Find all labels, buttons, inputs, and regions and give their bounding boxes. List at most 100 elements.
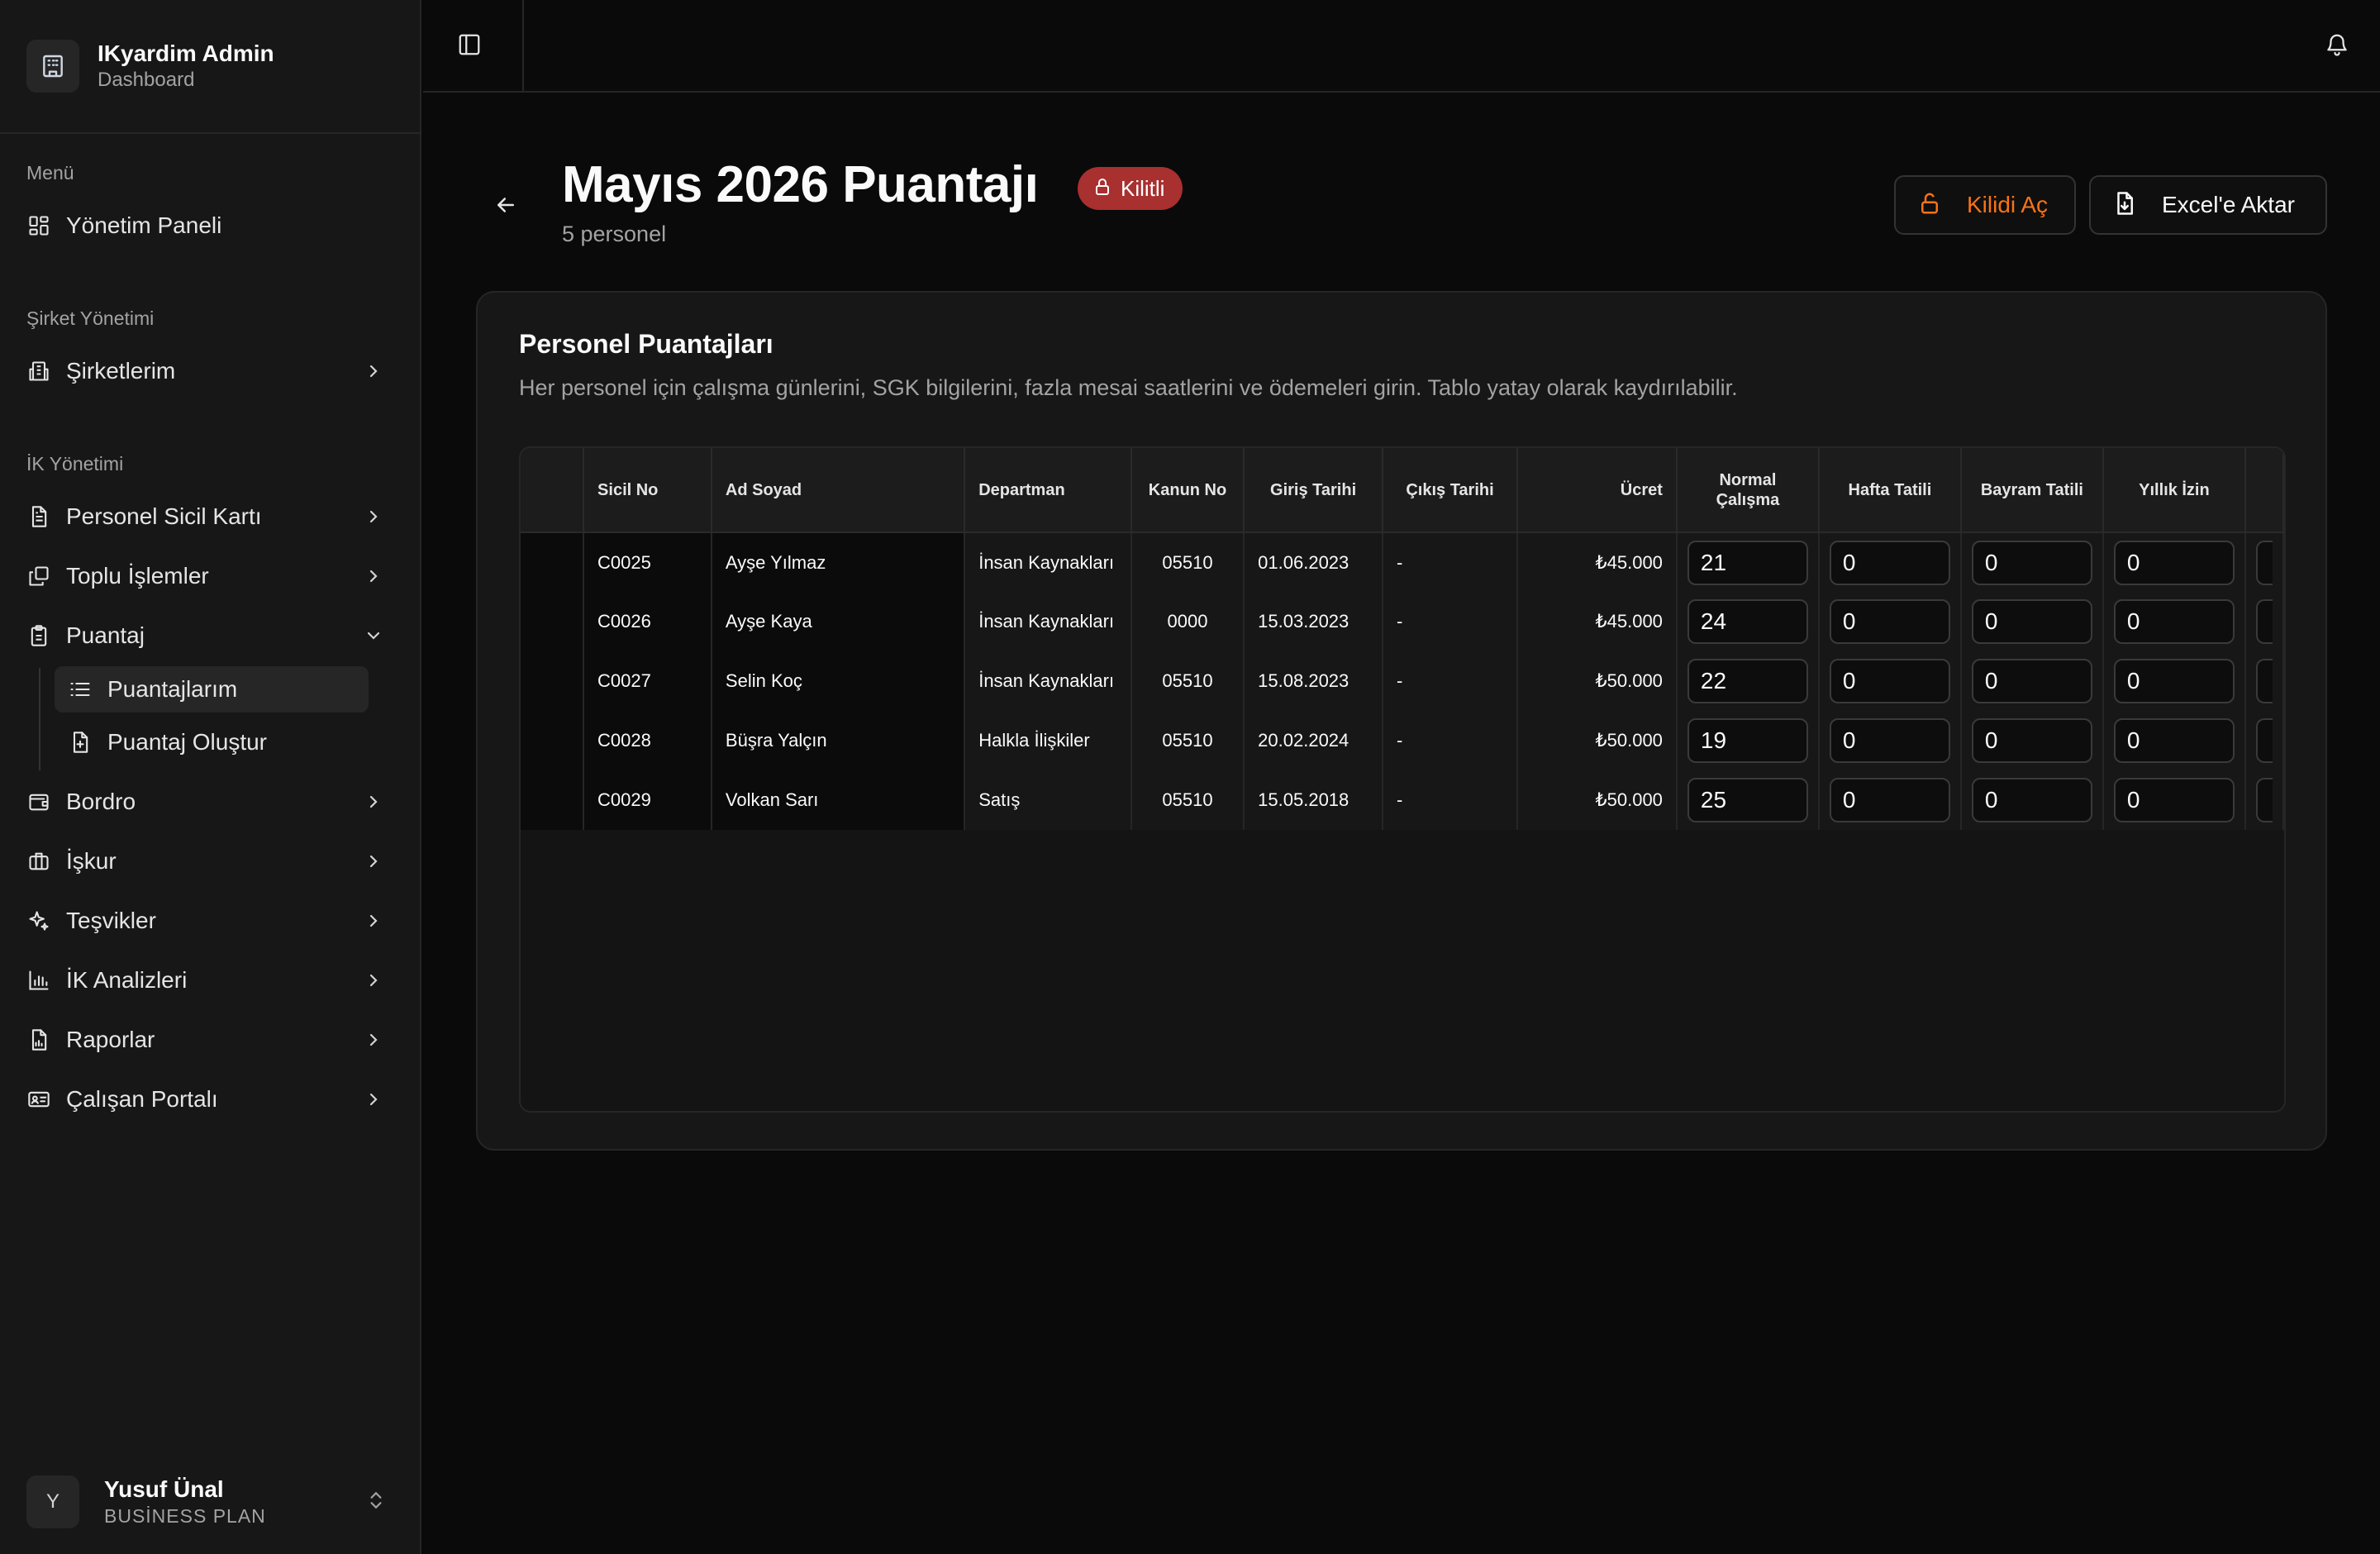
- column-header-sicil[interactable]: Sicil No: [583, 448, 712, 533]
- holiday-input[interactable]: [1971, 778, 2092, 822]
- cell-sicil: C0026: [583, 592, 712, 651]
- table-row[interactable]: C0026 Ayşe Kaya İnsan Kaynakları 0000 15.03.…: [521, 592, 2284, 651]
- submenu-guide-line: [39, 668, 40, 770]
- chevron-right-icon: [362, 1028, 385, 1051]
- sidebar-subitem-create-timesheet[interactable]: Puantaj Oluştur: [55, 719, 369, 765]
- column-header-bayram[interactable]: Bayram Tatili: [1960, 448, 2104, 533]
- table-row[interactable]: C0029 Volkan Sarı Satış 05510 15.05.2018- ₺50…: [521, 770, 2284, 830]
- copy-icon: [26, 564, 51, 589]
- building-icon: [26, 359, 51, 384]
- sidebar: IKyardim Admin Dashboard Menü Yönetim Pa…: [0, 0, 421, 1554]
- sidebar-item-payroll[interactable]: Bordro: [26, 779, 395, 824]
- sidebar-item-analytics[interactable]: İK Analizleri: [26, 958, 395, 1003]
- cell-giris: 15.08.2023: [1244, 651, 1383, 711]
- normal-work-input[interactable]: [1687, 718, 1808, 763]
- sidebar-item-companies[interactable]: Şirketlerim: [26, 349, 395, 393]
- column-header-kanun[interactable]: Kanun No: [1130, 448, 1245, 533]
- cell-overflow: [2244, 711, 2284, 770]
- chevron-right-icon: [362, 790, 385, 813]
- column-header-cikis[interactable]: Çıkış Tarihi: [1383, 448, 1519, 533]
- overflow-input[interactable]: [2255, 778, 2273, 822]
- cell-name: Selin Koç: [711, 651, 966, 711]
- annual-leave-input[interactable]: [2113, 778, 2235, 822]
- overflow-input[interactable]: [2255, 659, 2273, 703]
- normal-work-input[interactable]: [1687, 659, 1808, 703]
- column-header-name[interactable]: Ad Soyad: [711, 448, 966, 533]
- normal-work-input[interactable]: [1687, 778, 1808, 822]
- sidebar-subitem-my-timesheets[interactable]: Puantajlarım: [55, 666, 369, 713]
- dashboard-icon: [26, 213, 51, 238]
- annual-leave-input[interactable]: [2113, 718, 2235, 763]
- table-row[interactable]: C0025 Ayşe Yılmaz İnsan Kaynakları 05510 01.…: [521, 532, 2284, 592]
- table-header-row: Sicil No Ad Soyad Departman Kanun No Gir…: [521, 448, 2284, 533]
- sidebar-item-dashboard[interactable]: Yönetim Paneli: [26, 203, 395, 248]
- cell-giris: 01.06.2023: [1244, 532, 1383, 592]
- avatar: Y: [26, 1475, 79, 1528]
- cell-overflow: [2244, 770, 2284, 830]
- user-menu[interactable]: Y Yusuf Ünal BUSİNESS PLAN: [26, 1473, 395, 1531]
- annual-leave-input[interactable]: [2113, 540, 2235, 585]
- sidebar-toggle-button[interactable]: [453, 30, 486, 63]
- cell-cikis: -: [1383, 532, 1519, 592]
- lock-icon: [1092, 177, 1112, 201]
- weekend-input[interactable]: [1829, 718, 1950, 763]
- cell-ucret: ₺50.000: [1517, 651, 1678, 711]
- group-label-menu: Menü: [26, 162, 74, 184]
- back-button[interactable]: [488, 188, 524, 225]
- holiday-input[interactable]: [1971, 599, 2092, 644]
- cell-cikis: -: [1383, 592, 1519, 651]
- overflow-input[interactable]: [2255, 540, 2273, 585]
- cell-cikis: -: [1383, 711, 1519, 770]
- briefcase-icon: [26, 849, 51, 874]
- holiday-input[interactable]: [1971, 718, 2092, 763]
- holiday-input[interactable]: [1971, 659, 2092, 703]
- cell-sicil: C0027: [583, 651, 712, 711]
- annual-leave-input[interactable]: [2113, 659, 2235, 703]
- building-icon: [26, 40, 79, 93]
- sidebar-item-portal[interactable]: Çalışan Portalı: [26, 1077, 395, 1122]
- sidebar-item-label: Şirketlerim: [66, 358, 176, 384]
- brand-switcher[interactable]: IKyardim Admin Dashboard: [26, 26, 395, 106]
- cell-ucret: ₺45.000: [1517, 592, 1678, 651]
- sidebar-item-reports[interactable]: Raporlar: [26, 1018, 395, 1062]
- notifications-button[interactable]: [2320, 30, 2354, 63]
- holiday-input[interactable]: [1971, 540, 2092, 585]
- sidebar-item-label: Çalışan Portalı: [66, 1086, 218, 1112]
- cell-ucret: ₺50.000: [1517, 711, 1678, 770]
- overflow-input[interactable]: [2255, 599, 2273, 644]
- sidebar-item-bulk[interactable]: Toplu İşlemler: [26, 554, 395, 598]
- column-header-normal-line1: Normal: [1719, 470, 1777, 489]
- column-header-dept[interactable]: Departman: [964, 448, 1132, 533]
- normal-work-input[interactable]: [1687, 540, 1808, 585]
- sidebar-item-timesheet[interactable]: Puantaj: [26, 613, 395, 658]
- column-header-giris[interactable]: Giriş Tarihi: [1244, 448, 1383, 533]
- normal-work-input[interactable]: [1687, 599, 1808, 644]
- cell-giris: 15.03.2023: [1244, 592, 1383, 651]
- column-header-ucret[interactable]: Ücret: [1517, 448, 1678, 533]
- chevron-right-icon: [362, 360, 385, 383]
- weekend-input[interactable]: [1829, 778, 1950, 822]
- sidebar-item-personnel[interactable]: Personel Sicil Kartı: [26, 494, 395, 539]
- timesheet-table-scroll[interactable]: Sicil No Ad Soyad Departman Kanun No Gir…: [519, 446, 2286, 1113]
- column-header-hafta[interactable]: Hafta Tatili: [1818, 448, 1962, 533]
- cell-bayram: [1960, 711, 2104, 770]
- column-header-yillik[interactable]: Yıllık İzin: [2102, 448, 2246, 533]
- annual-leave-input[interactable]: [2113, 599, 2235, 644]
- sidebar-item-incentives[interactable]: Teşvikler: [26, 899, 395, 943]
- cell-ucret: ₺50.000: [1517, 770, 1678, 830]
- table-row[interactable]: C0028 Büşra Yalçın Halkla İlişkiler 05510 20…: [521, 711, 2284, 770]
- weekend-input[interactable]: [1829, 599, 1950, 644]
- column-header-normal[interactable]: Normal Çalışma: [1676, 448, 1820, 533]
- sidebar-item-iskur[interactable]: İşkur: [26, 839, 395, 884]
- weekend-input[interactable]: [1829, 540, 1950, 585]
- chevrons-up-down-icon: [365, 1490, 387, 1515]
- unlock-button[interactable]: Kilidi Aç: [1894, 175, 2076, 235]
- file-text-icon: [26, 504, 51, 529]
- cell-yillik: [2102, 651, 2246, 711]
- table-row[interactable]: C0027 Selin Koç İnsan Kaynakları 05510 15.08…: [521, 651, 2284, 711]
- sidebar-item-label: Raporlar: [66, 1027, 155, 1052]
- brand-title: IKyardim Admin: [98, 41, 274, 66]
- weekend-input[interactable]: [1829, 659, 1950, 703]
- overflow-input[interactable]: [2255, 718, 2273, 763]
- export-excel-button[interactable]: Excel'e Aktar: [2089, 175, 2327, 235]
